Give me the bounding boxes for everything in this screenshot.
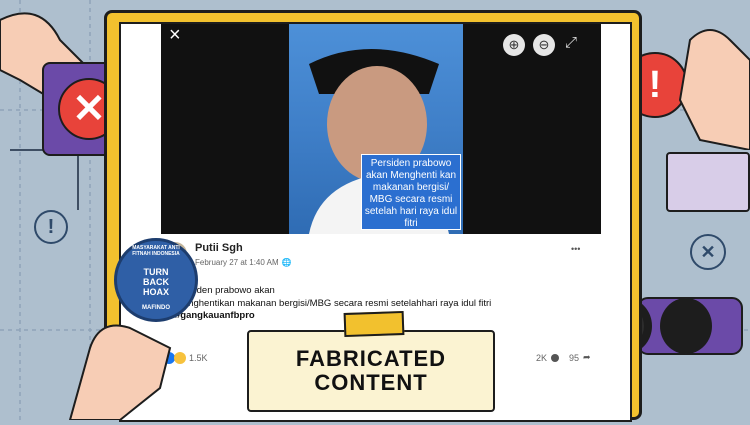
badge-bottom-text: MAFINDO [142, 305, 170, 311]
share-icon: ➦ [583, 352, 591, 362]
banner-line-2: CONTENT [314, 370, 428, 395]
reactions-count: 1.5K [189, 353, 208, 363]
warning-bubble-icon: ! [34, 210, 68, 244]
shares-count[interactable]: 95 [569, 353, 579, 363]
photo-caption: Persiden prabowo akan Menghenti kan maka… [361, 154, 461, 230]
photo-viewer: × Persiden prabowo akan Menghenti kan ma… [161, 24, 601, 234]
engagement-counts: 2K 95 ➦ [536, 352, 591, 363]
post-text-line-1: Persiden prabowo akan [175, 285, 275, 296]
tape-strip [343, 310, 405, 338]
comment-icon [551, 353, 560, 362]
zoom-in-icon[interactable]: ⊕ [503, 34, 525, 56]
post-date[interactable]: February 27 at 1:40 AM [195, 258, 279, 267]
mafindo-badge: MASYARAKAT ANTI FITNAH INDONESIA TURN BA… [114, 238, 198, 322]
banner-line-1: FABRICATED [295, 346, 447, 371]
post-photo: Persiden prabowo akan Menghenti kan maka… [289, 24, 463, 234]
close-icon[interactable]: × [169, 24, 181, 47]
expand-icon[interactable]: ⤢ [565, 34, 577, 51]
zoom-out-icon[interactable]: ⊖ [533, 34, 555, 56]
badge-ring-text: MASYARAKAT ANTI FITNAH INDONESIA [132, 245, 180, 257]
comments-count[interactable]: 2K [536, 353, 547, 363]
globe-icon: 🌐 [281, 258, 292, 267]
paper-scroll [666, 152, 750, 212]
post-hashtag[interactable]: #gangkauanfbpro [175, 310, 491, 321]
fabricated-content-banner: FABRICATED CONTENT [247, 330, 495, 412]
post-author[interactable]: Putii Sgh [195, 242, 243, 254]
post-body: Persiden prabowo akan menghentikan makan… [175, 284, 491, 321]
post-meta: February 27 at 1:40 AM 🌐 [195, 258, 292, 267]
more-options-icon[interactable]: ••• [571, 244, 580, 254]
post-text-line-2: menghentikan makanan bergisi/MBG secara … [175, 298, 492, 309]
right-hand-holding-card [660, 20, 750, 152]
badge-center-text: TURN BACK HOAX [142, 267, 169, 297]
cross-bubble-icon: ✕ [690, 234, 726, 270]
